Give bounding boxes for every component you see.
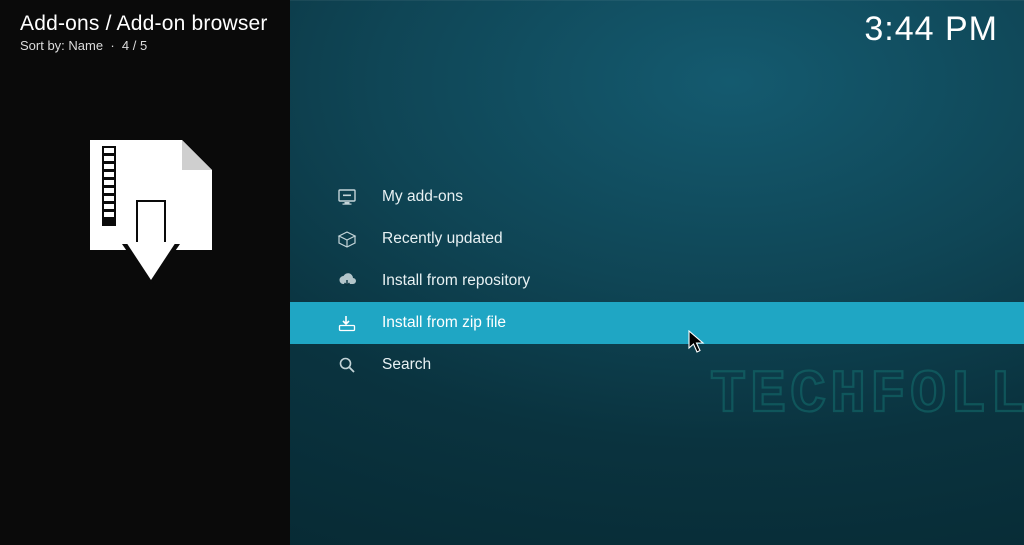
search-icon [336,354,358,376]
content-panel: 3:44 PM My add-ons Recently updated Inst… [290,0,1024,545]
display-icon [336,186,358,208]
menu-item-recently-updated[interactable]: Recently updated [290,218,1024,260]
menu-item-label: Install from zip file [382,314,506,332]
menu-item-install-repository[interactable]: Install from repository [290,260,1024,302]
open-box-icon [336,228,358,250]
header: Add-ons / Add-on browser Sort by: Name ·… [0,0,290,59]
top-divider [290,0,1024,1]
menu-item-label: Search [382,356,431,374]
sidebar-panel: Add-ons / Add-on browser Sort by: Name ·… [0,0,290,545]
menu-item-install-zip[interactable]: Install from zip file [290,302,1024,344]
menu-item-my-addons[interactable]: My add-ons [290,176,1024,218]
meta-separator: · [107,38,122,53]
menu-item-label: Install from repository [382,272,530,290]
cloud-download-icon [336,270,358,292]
sort-prefix: Sort by: [20,38,68,53]
menu-item-search[interactable]: Search [290,344,1024,386]
menu-item-label: My add-ons [382,188,463,206]
menu-list: My add-ons Recently updated Install from… [290,176,1024,386]
zip-download-icon [336,312,358,334]
menu-item-label: Recently updated [382,230,503,248]
list-position: 4 / 5 [122,38,147,53]
download-zip-large-icon [82,140,214,295]
clock: 3:44 PM [864,10,998,49]
sort-value[interactable]: Name [68,38,103,53]
header-meta: Sort by: Name · 4 / 5 [20,38,270,53]
breadcrumb: Add-ons / Add-on browser [20,12,270,36]
